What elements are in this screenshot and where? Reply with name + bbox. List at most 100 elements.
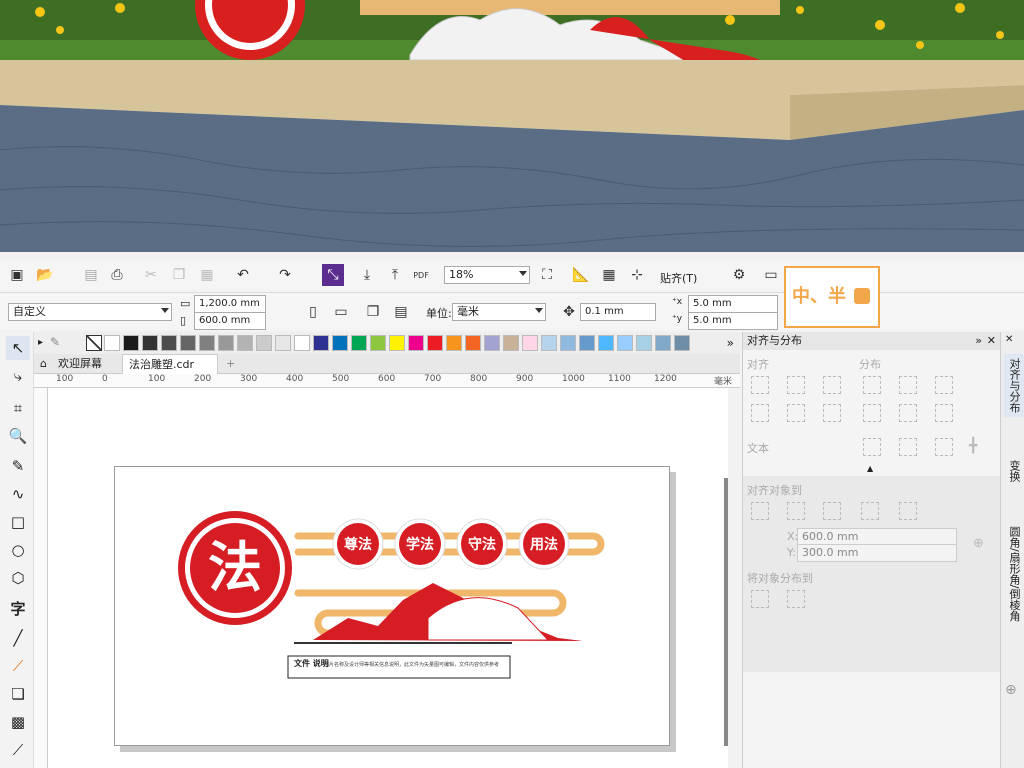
add-docker-icon[interactable]: ⊕	[1005, 682, 1017, 698]
undo-icon[interactable]: ↶	[232, 264, 254, 286]
palette-swatch[interactable]	[655, 335, 671, 351]
rectangle-tool-icon[interactable]: □	[6, 510, 30, 534]
tab-document[interactable]: 法治雕塑.cdr	[122, 354, 218, 374]
tab-align-distribute[interactable]: 对齐与分布	[1004, 354, 1024, 417]
palette-swatch[interactable]	[598, 335, 614, 351]
palette-swatch[interactable]	[161, 335, 177, 351]
distribute-to-selection-icon[interactable]	[751, 590, 769, 608]
palette-swatch[interactable]	[370, 335, 386, 351]
all-pages-icon[interactable]: ❐	[362, 301, 384, 323]
close-icon[interactable]: ✕	[987, 334, 996, 347]
text-baseline-last-icon[interactable]	[899, 438, 917, 456]
page-edge-icon[interactable]	[787, 502, 805, 520]
distribute-bottom-icon[interactable]	[935, 404, 953, 422]
palette-swatch[interactable]	[465, 335, 481, 351]
palette-swatch[interactable]	[256, 335, 272, 351]
align-y-field[interactable]: 300.0 mm	[797, 544, 957, 562]
palette-swatch[interactable]	[541, 335, 557, 351]
align-center-h-icon[interactable]	[787, 376, 805, 394]
panel-collapse-icon[interactable]: »	[975, 334, 982, 347]
drawing-canvas[interactable]: 法 尊法 学法 守法 用法 文件 说明 图片名称及设计师等相关信息说明，此文件为矢量图…	[48, 388, 728, 768]
tab-fillet[interactable]: 圆角/扇形角/倒棱角	[1004, 522, 1024, 625]
show-guidelines-icon[interactable]: ⊹	[626, 264, 648, 286]
page-height-field[interactable]: 600.0 mm	[194, 312, 266, 330]
connector-tool-icon[interactable]: ⟋	[6, 654, 30, 678]
align-left-icon[interactable]	[751, 376, 769, 394]
palette-swatch[interactable]	[104, 335, 120, 351]
palette-swatch[interactable]	[389, 335, 405, 351]
print-icon[interactable]: ⎙	[106, 264, 128, 286]
palette-scroll-icon[interactable]: »	[727, 336, 734, 350]
palette-swatch[interactable]	[674, 335, 690, 351]
close-icon[interactable]: ✕	[1005, 334, 1013, 345]
eyedropper-tool-icon[interactable]: ⟋	[6, 738, 30, 762]
distribute-to-page-icon[interactable]	[787, 590, 805, 608]
palette-swatch[interactable]	[636, 335, 652, 351]
cut-icon[interactable]: ✂	[140, 264, 162, 286]
chevron-down-icon[interactable]	[519, 271, 527, 276]
ellipse-tool-icon[interactable]: ○	[6, 538, 30, 562]
pick-tool-icon[interactable]: ↖	[6, 336, 30, 360]
import-icon[interactable]: ⤓	[356, 264, 378, 286]
specified-point-icon[interactable]	[899, 502, 917, 520]
distribute-center-h-icon[interactable]	[899, 376, 917, 394]
palette-swatch[interactable]	[199, 335, 215, 351]
palette-swatch[interactable]	[237, 335, 253, 351]
target-point-icon[interactable]: ⊕	[973, 536, 984, 551]
no-fill-swatch[interactable]	[86, 335, 102, 351]
text-tool-icon[interactable]: 字	[6, 596, 30, 620]
export-icon[interactable]: ⤒	[384, 264, 406, 286]
vertical-scrollbar[interactable]	[724, 478, 728, 746]
show-grid-icon[interactable]: ▦	[598, 264, 620, 286]
palette-swatch[interactable]	[275, 335, 291, 351]
palette-swatch[interactable]	[484, 335, 500, 351]
shape-tool-icon[interactable]: ⤷	[6, 364, 30, 388]
application-launcher-icon[interactable]: ▭	[760, 264, 782, 286]
palette-swatch[interactable]	[313, 335, 329, 351]
page-width-field[interactable]: 1,200.0 mm	[194, 295, 266, 313]
freehand-tool-icon[interactable]: ✎	[6, 454, 30, 478]
horizontal-ruler[interactable]: 100 0 100 200 300 400 500 600 700 800 900 1000 1100 1…	[34, 374, 740, 388]
eyedropper-icon[interactable]: ✎	[50, 335, 66, 351]
duplicate-distance-y-field[interactable]: 5.0 mm	[688, 312, 778, 330]
artistic-media-icon[interactable]: ∿	[6, 482, 30, 506]
drop-shadow-icon[interactable]: ❏	[6, 682, 30, 706]
publish-pdf-icon[interactable]: PDF	[410, 264, 432, 286]
distribute-top-icon[interactable]	[863, 404, 881, 422]
open-folder-icon[interactable]: 📂	[34, 264, 56, 286]
search-content-icon[interactable]: ⤡	[322, 264, 344, 286]
home-icon[interactable]: ⌂	[34, 354, 53, 374]
palette-swatch[interactable]	[427, 335, 443, 351]
distribute-center-v-icon[interactable]	[899, 404, 917, 422]
full-screen-icon[interactable]: ⛶	[536, 264, 558, 286]
current-page-icon[interactable]: ▤	[390, 301, 412, 323]
polygon-tool-icon[interactable]: ⬡	[6, 566, 30, 590]
palette-swatch[interactable]	[332, 335, 348, 351]
show-rulers-icon[interactable]: 📐	[570, 264, 592, 286]
page-center-icon[interactable]	[823, 502, 841, 520]
save-icon[interactable]: ▤	[80, 264, 102, 286]
snap-to-menu[interactable]: 贴齐(T)	[660, 270, 697, 286]
align-bottom-icon[interactable]	[823, 404, 841, 422]
zoom-level-field[interactable]: 18%	[444, 266, 530, 284]
tab-transform[interactable]: 变换	[1004, 456, 1024, 486]
grid-icon[interactable]	[861, 502, 879, 520]
unit-select[interactable]: 毫米	[452, 303, 546, 321]
distribute-right-icon[interactable]	[935, 376, 953, 394]
chevron-down-icon[interactable]	[535, 308, 543, 313]
nudge-distance-field[interactable]: 0.1 mm	[580, 303, 656, 321]
align-top-icon[interactable]	[751, 404, 769, 422]
palette-swatch[interactable]	[218, 335, 234, 351]
tab-welcome[interactable]: 欢迎屏幕	[52, 354, 108, 374]
align-center-v-icon[interactable]	[787, 404, 805, 422]
palette-swatch[interactable]	[560, 335, 576, 351]
transparency-tool-icon[interactable]: ▩	[6, 710, 30, 734]
parallel-dimension-icon[interactable]: ╱	[6, 626, 30, 650]
palette-swatch[interactable]	[503, 335, 519, 351]
text-bbox-icon[interactable]	[935, 438, 953, 456]
palette-swatch[interactable]	[579, 335, 595, 351]
palette-arrow-icon[interactable]: ▸	[38, 337, 43, 348]
align-right-icon[interactable]	[823, 376, 841, 394]
palette-swatch[interactable]	[408, 335, 424, 351]
vertical-ruler[interactable]	[34, 388, 48, 768]
